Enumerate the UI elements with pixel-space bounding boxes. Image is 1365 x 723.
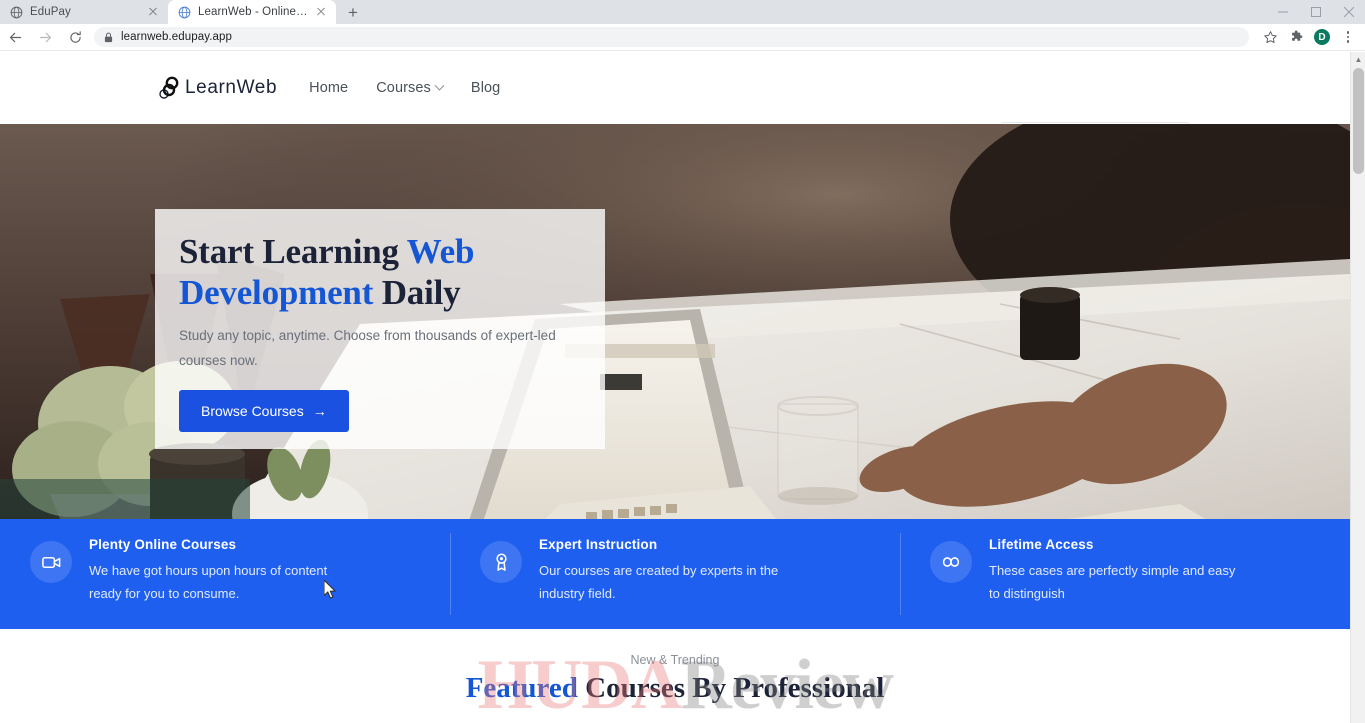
maximize-icon[interactable]: [1299, 0, 1332, 24]
award-medal-icon: [480, 541, 522, 583]
close-icon[interactable]: [1332, 0, 1365, 24]
feature-description: We have got hours upon hours of content …: [89, 563, 328, 602]
window-controls: [1266, 0, 1365, 24]
overlapping-circles-logo-icon: [155, 75, 185, 101]
toolbar-right-icons: D: [1257, 24, 1365, 51]
site-header: LearnWeb Home Courses Blog Search Course…: [0, 52, 1350, 164]
tab-title: EduPay: [30, 6, 71, 18]
nav-item-courses[interactable]: Courses: [376, 80, 445, 96]
hero-section: Start Learning Web Development Daily Stud…: [0, 124, 1350, 519]
chevron-down-icon: [434, 80, 445, 91]
main-navigation: Home Courses Blog: [309, 80, 500, 96]
address-bar[interactable]: learnweb.edupay.app: [94, 27, 1249, 47]
lock-icon: [104, 32, 113, 43]
arrow-right-icon: →: [312, 402, 327, 419]
hero-title: Start Learning Web Development Daily: [179, 231, 599, 314]
nav-item-home[interactable]: Home: [309, 80, 348, 96]
nav-label: Courses: [376, 80, 431, 96]
minimize-icon[interactable]: [1266, 0, 1299, 24]
hero-title-part2: Daily: [373, 273, 461, 313]
browse-courses-button[interactable]: Browse Courses →: [179, 389, 349, 432]
star-icon[interactable]: [1257, 24, 1283, 51]
kebab-menu-icon[interactable]: [1335, 24, 1361, 51]
feature-title: Lifetime Access: [989, 537, 1094, 552]
feature-description: Our courses are created by experts in th…: [539, 563, 779, 602]
feature-title: Expert Instruction: [539, 537, 658, 552]
hero-title-accent1: Web: [406, 232, 475, 271]
reload-icon[interactable]: [60, 24, 90, 51]
feature-body: Lifetime Access These cases are perfectl…: [989, 537, 1239, 605]
scroll-up-arrow[interactable]: ▲: [1351, 52, 1365, 66]
page-scrollbar[interactable]: ▲: [1350, 52, 1365, 723]
new-tab-button[interactable]: +: [340, 0, 366, 24]
nav-label: Home: [309, 80, 349, 96]
feature-description: These cases are perfectly simple and eas…: [989, 563, 1236, 602]
avatar-initial: D: [1314, 29, 1330, 45]
video-camera-icon: [30, 541, 72, 583]
featured-title-accent: Featured: [465, 672, 578, 704]
page-viewport: LearnWeb Home Courses Blog Search Course…: [0, 52, 1365, 723]
featured-title: Featured Courses By Professional: [466, 672, 885, 705]
browser-tab-strip: EduPay LearnWeb - Online Courses +: [0, 0, 1365, 24]
mouse-cursor: [324, 580, 337, 599]
browser-tab-learnweb[interactable]: LearnWeb - Online Courses: [168, 0, 336, 24]
infinity-icon: [930, 541, 972, 583]
scrollbar-thumb[interactable]: [1353, 68, 1364, 174]
site-logo[interactable]: LearnWeb: [155, 75, 277, 101]
address-bar-url: learnweb.edupay.app: [121, 31, 233, 43]
tab-title: LearnWeb - Online Courses: [198, 6, 310, 18]
cta-label: Browse Courses: [201, 402, 304, 419]
feature-plenty-online-courses: Plenty Online Courses We have got hours …: [0, 519, 450, 629]
globe-icon: [178, 6, 191, 19]
hero-content: Start Learning Web Development Daily Stud…: [179, 231, 599, 432]
extensions-puzzle-icon[interactable]: [1283, 24, 1309, 51]
featured-title-rest: Courses By Professional: [577, 672, 885, 704]
profile-avatar[interactable]: D: [1309, 24, 1335, 51]
close-icon[interactable]: [146, 5, 160, 19]
back-arrow-icon[interactable]: [0, 24, 30, 51]
feature-body: Plenty Online Courses We have got hours …: [89, 537, 339, 605]
feature-expert-instruction: Expert Instruction Our courses are creat…: [450, 519, 900, 629]
browser-toolbar: learnweb.edupay.app D: [0, 24, 1365, 51]
featured-eyebrow: New & Trending: [630, 653, 720, 667]
hero-subtitle: Study any topic, anytime. Choose from th…: [179, 327, 556, 368]
browser-window: EduPay LearnWeb - Online Courses +: [0, 0, 1365, 723]
globe-icon: [10, 6, 23, 19]
nav-item-blog[interactable]: Blog: [471, 80, 500, 96]
hero-title-part1: Start Learning: [179, 232, 407, 271]
close-icon[interactable]: [314, 5, 328, 19]
feature-title: Plenty Online Courses: [89, 537, 237, 552]
feature-lifetime-access: Lifetime Access These cases are perfectl…: [900, 519, 1350, 629]
features-strip: Plenty Online Courses We have got hours …: [0, 519, 1350, 629]
forward-arrow-icon[interactable]: [30, 24, 60, 51]
hero-title-accent2: Development: [179, 273, 374, 313]
nav-label: Blog: [470, 80, 501, 96]
featured-courses-section: New & Trending Featured Courses By Profe…: [0, 629, 1350, 723]
brand-name: LearnWeb: [185, 77, 278, 98]
feature-body: Expert Instruction Our courses are creat…: [539, 537, 789, 605]
browser-tab-edupay[interactable]: EduPay: [0, 0, 168, 24]
